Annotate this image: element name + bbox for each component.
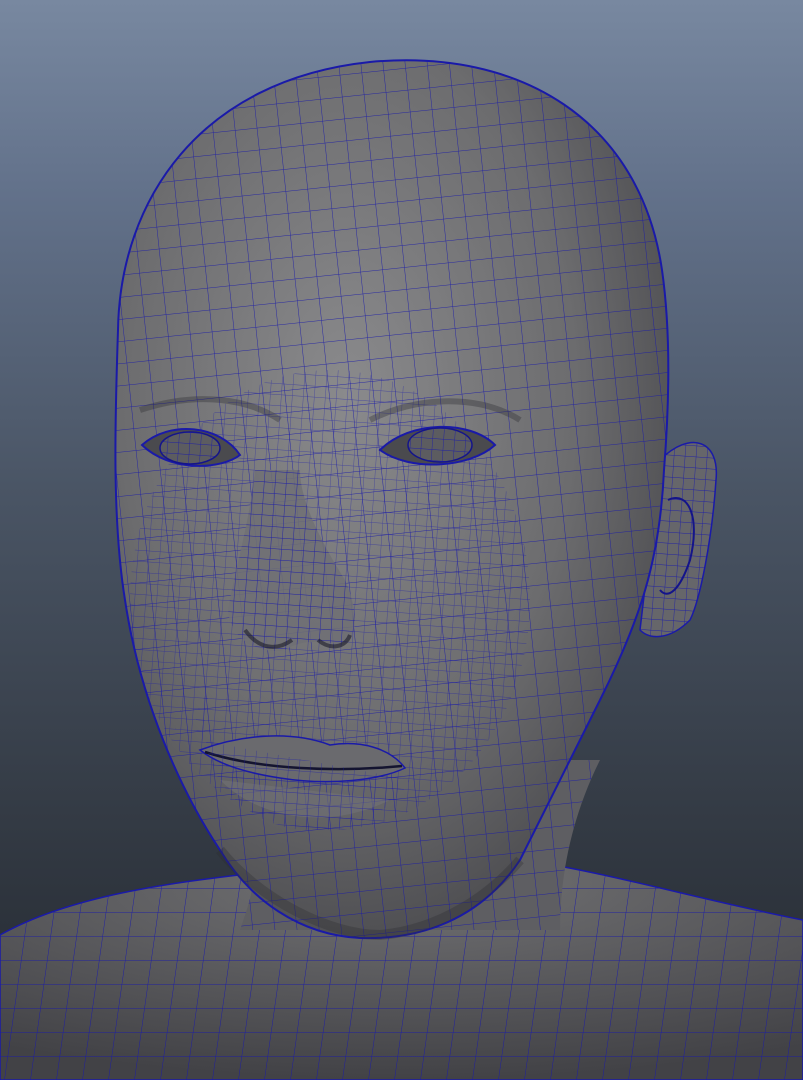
head-mesh-render[interactable] [0, 0, 803, 1080]
3d-viewport[interactable] [0, 0, 803, 1080]
head-mesh [114, 59, 670, 940]
